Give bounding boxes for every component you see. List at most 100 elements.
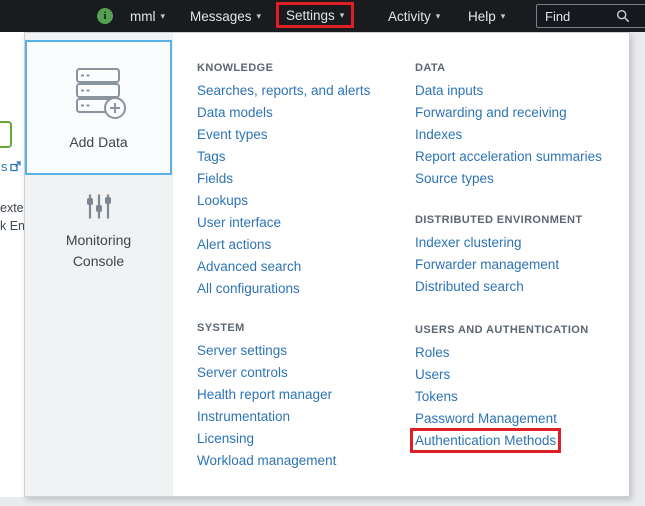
section-header-distributed-environment: DISTRIBUTED ENVIRONMENT	[415, 209, 631, 231]
menu-link-forwarder-management[interactable]: Forwarder management	[415, 253, 631, 275]
menu-link-indexes[interactable]: Indexes	[415, 123, 631, 145]
menu-column-1: KNOWLEDGE Searches, reports, and alerts Da…	[197, 57, 415, 471]
section-header-system: SYSTEM	[197, 317, 415, 339]
caret-down-icon: ▾	[436, 12, 441, 21]
menu-link-label: Licensing	[197, 431, 254, 446]
section-header-data: DATA	[415, 57, 631, 79]
menu-link-label: Server settings	[197, 343, 287, 358]
monitoring-console-icon	[85, 193, 113, 220]
menu-link-tokens[interactable]: Tokens	[415, 385, 631, 407]
menu-link-label: Advanced search	[197, 259, 301, 274]
menu-link-label: Fields	[197, 171, 233, 186]
menu-link-label: Roles	[415, 345, 450, 360]
menu-link-user-interface[interactable]: User interface	[197, 211, 415, 233]
menu-section-users-and-authentication: USERS AND AUTHENTICATION Roles Users Tokens…	[415, 319, 631, 451]
menu-link-label: Health report manager	[197, 387, 332, 402]
menu-link-roles[interactable]: Roles	[415, 341, 631, 363]
section-header-users-and-authentication: USERS AND AUTHENTICATION	[415, 319, 631, 341]
menu-link-data-models[interactable]: Data models	[197, 101, 415, 123]
find-search	[536, 4, 645, 28]
menu-link-label: Forwarder management	[415, 257, 559, 272]
messages-menu[interactable]: Messages ▾	[190, 0, 261, 32]
menu-link-label: Instrumentation	[197, 409, 290, 424]
settings-menu-label: Settings	[286, 8, 335, 23]
menu-link-label: Data models	[197, 105, 273, 120]
menu-link-indexer-clustering[interactable]: Indexer clustering	[415, 231, 631, 253]
menu-link-label: Authentication Methods	[415, 433, 556, 448]
menu-link-label: Indexer clustering	[415, 235, 522, 250]
menu-link-label: Password Management	[415, 411, 557, 426]
menu-section-data: DATA Data inputs Forwarding and receiving I…	[415, 57, 631, 189]
activity-menu[interactable]: Activity ▾	[388, 0, 440, 32]
menu-link-password-management[interactable]: Password Management	[415, 407, 631, 429]
menu-link-report-acceleration-summaries[interactable]: Report acceleration summaries	[415, 145, 631, 167]
menu-link-label: Report acceleration summaries	[415, 149, 602, 164]
top-navigation-bar: i mml ▾ Messages ▾ Settings ▾ Activity ▾…	[0, 0, 645, 32]
background-link-fragment[interactable]: s	[1, 159, 21, 174]
menu-link-label: Lookups	[197, 193, 248, 208]
menu-link-event-types[interactable]: Event types	[197, 123, 415, 145]
menu-link-label: Source types	[415, 171, 494, 186]
external-link-icon	[10, 161, 21, 172]
messages-menu-label: Messages	[190, 9, 252, 24]
add-data-tile[interactable]: Add Data	[25, 40, 172, 175]
menu-link-label: Distributed search	[415, 279, 524, 294]
green-icon-fragment	[0, 121, 12, 148]
section-header-knowledge: KNOWLEDGE	[197, 57, 415, 79]
menu-link-label: Forwarding and receiving	[415, 105, 567, 120]
menu-link-advanced-search[interactable]: Advanced search	[197, 255, 415, 277]
menu-link-label: User interface	[197, 215, 281, 230]
caret-down-icon: ▾	[501, 12, 506, 21]
monitoring-console-tile[interactable]: Monitoring Console	[25, 193, 172, 272]
caret-down-icon: ▾	[340, 11, 345, 20]
menu-link-label: Users	[415, 367, 450, 382]
help-menu[interactable]: Help ▾	[468, 0, 505, 32]
settings-dropdown-panel: Add Data Monitoring Console KNOWLEDGE Sea…	[24, 32, 630, 497]
menu-section-knowledge: KNOWLEDGE Searches, reports, and alerts Da…	[197, 57, 415, 299]
menu-link-server-settings[interactable]: Server settings	[197, 339, 415, 361]
menu-link-authentication-methods[interactable]: Authentication Methods	[415, 429, 631, 451]
menu-link-label: Data inputs	[415, 83, 483, 98]
menu-link-alert-actions[interactable]: Alert actions	[197, 233, 415, 255]
menu-column-2: DATA Data inputs Forwarding and receiving I…	[415, 57, 631, 471]
menu-link-label: Searches, reports, and alerts	[197, 83, 370, 98]
activity-menu-label: Activity	[388, 9, 431, 24]
menu-link-source-types[interactable]: Source types	[415, 167, 631, 189]
info-icon[interactable]: i	[97, 8, 113, 24]
background-text-fragment: k En	[0, 219, 24, 233]
search-icon	[616, 9, 630, 23]
add-data-icon	[69, 66, 129, 120]
menu-link-label: Indexes	[415, 127, 462, 142]
menu-link-distributed-search[interactable]: Distributed search	[415, 275, 631, 297]
menu-link-tags[interactable]: Tags	[197, 145, 415, 167]
menu-link-data-inputs[interactable]: Data inputs	[415, 79, 631, 101]
menu-section-distributed-environment: DISTRIBUTED ENVIRONMENT Indexer clusterin…	[415, 209, 631, 297]
menu-link-label: Workload management	[197, 453, 336, 468]
menu-link-users[interactable]: Users	[415, 363, 631, 385]
add-data-label: Add Data	[69, 134, 127, 150]
caret-down-icon: ▾	[257, 12, 262, 21]
menu-link-licensing[interactable]: Licensing	[197, 427, 415, 449]
menu-link-fields[interactable]: Fields	[197, 167, 415, 189]
menu-link-label: All configurations	[197, 281, 300, 296]
menu-link-server-controls[interactable]: Server controls	[197, 361, 415, 383]
help-menu-label: Help	[468, 9, 496, 24]
settings-menu-annotated[interactable]: Settings ▾	[276, 2, 354, 28]
menu-link-all-configurations[interactable]: All configurations	[197, 277, 415, 299]
menu-link-lookups[interactable]: Lookups	[197, 189, 415, 211]
menu-link-workload-management[interactable]: Workload management	[197, 449, 415, 471]
settings-menu-columns: KNOWLEDGE Searches, reports, and alerts Da…	[197, 57, 631, 471]
menu-link-searches-reports-and-alerts[interactable]: Searches, reports, and alerts	[197, 79, 415, 101]
menu-link-label: Event types	[197, 127, 268, 142]
menu-link-instrumentation[interactable]: Instrumentation	[197, 405, 415, 427]
menu-section-system: SYSTEM Server settings Server controls Heal…	[197, 317, 415, 471]
monitoring-console-label: Monitoring Console	[54, 230, 144, 272]
user-menu[interactable]: mml ▾	[130, 0, 165, 32]
menu-link-forwarding-and-receiving[interactable]: Forwarding and receiving	[415, 101, 631, 123]
menu-link-health-report-manager[interactable]: Health report manager	[197, 383, 415, 405]
menu-link-label: Tokens	[415, 389, 458, 404]
caret-down-icon: ▾	[161, 12, 166, 21]
user-menu-label: mml	[130, 9, 156, 24]
menu-link-label: Tags	[197, 149, 226, 164]
menu-link-label: Alert actions	[197, 237, 271, 252]
